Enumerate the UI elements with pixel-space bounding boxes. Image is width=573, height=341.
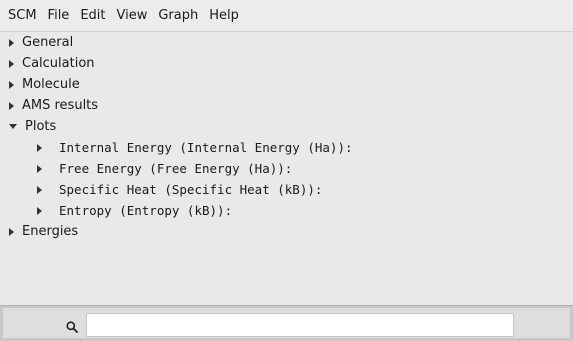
expand-arrow-icon[interactable] (37, 164, 42, 173)
expand-arrow-icon[interactable] (9, 59, 14, 68)
tree-item-label: Entropy (Entropy (kB)): (59, 203, 233, 218)
tree-item-label: Specific Heat (Specific Heat (kB)): (59, 182, 323, 197)
results-tree: General Calculation Molecule AMS results… (0, 32, 573, 304)
menu-graph[interactable]: Graph (153, 0, 203, 31)
tree-item-specific-heat[interactable]: Specific Heat (Specific Heat (kB)): (37, 179, 322, 200)
menu-edit[interactable]: Edit (75, 0, 110, 31)
expand-arrow-icon[interactable] (37, 185, 42, 194)
tree-item-internal-energy[interactable]: Internal Energy (Internal Energy (Ha)): (37, 137, 353, 158)
tree-item-molecule[interactable]: Molecule (9, 74, 80, 95)
menu-help[interactable]: Help (204, 0, 244, 31)
tree-item-entropy[interactable]: Entropy (Entropy (kB)): (37, 200, 232, 221)
tree-item-label: Free Energy (Free Energy (Ha)): (59, 161, 293, 176)
tree-item-label: Plots (25, 119, 57, 134)
menu-file[interactable]: File (43, 0, 75, 31)
tree-item-ams-results[interactable]: AMS results (9, 95, 98, 116)
tree-item-free-energy[interactable]: Free Energy (Free Energy (Ha)): (37, 158, 292, 179)
menubar: SCM File Edit View Graph Help (0, 0, 573, 32)
tree-item-label: General (22, 35, 74, 50)
expand-arrow-icon[interactable] (9, 227, 14, 236)
expand-arrow-icon[interactable] (37, 143, 42, 152)
menu-view[interactable]: View (112, 0, 153, 31)
tree-item-general[interactable]: General (9, 32, 73, 53)
collapse-arrow-icon[interactable] (9, 124, 17, 129)
expand-arrow-icon[interactable] (9, 38, 14, 47)
expand-arrow-icon[interactable] (37, 206, 42, 215)
menu-scm[interactable]: SCM (3, 0, 42, 31)
tree-item-label: Internal Energy (Internal Energy (Ha)): (59, 140, 353, 155)
tree-item-label: Energies (22, 224, 79, 239)
tree-item-label: Molecule (22, 77, 80, 92)
tree-item-label: AMS results (22, 98, 99, 113)
search-icon (66, 321, 78, 333)
expand-arrow-icon[interactable] (9, 101, 14, 110)
tree-item-plots[interactable]: Plots (9, 116, 56, 137)
tree-item-label: Calculation (22, 56, 95, 71)
expand-arrow-icon[interactable] (9, 80, 14, 89)
search-panel (3, 308, 570, 338)
search-input[interactable] (86, 313, 514, 337)
tree-item-energies[interactable]: Energies (9, 221, 78, 242)
search-bar (0, 305, 573, 341)
tree-item-calculation[interactable]: Calculation (9, 53, 95, 74)
